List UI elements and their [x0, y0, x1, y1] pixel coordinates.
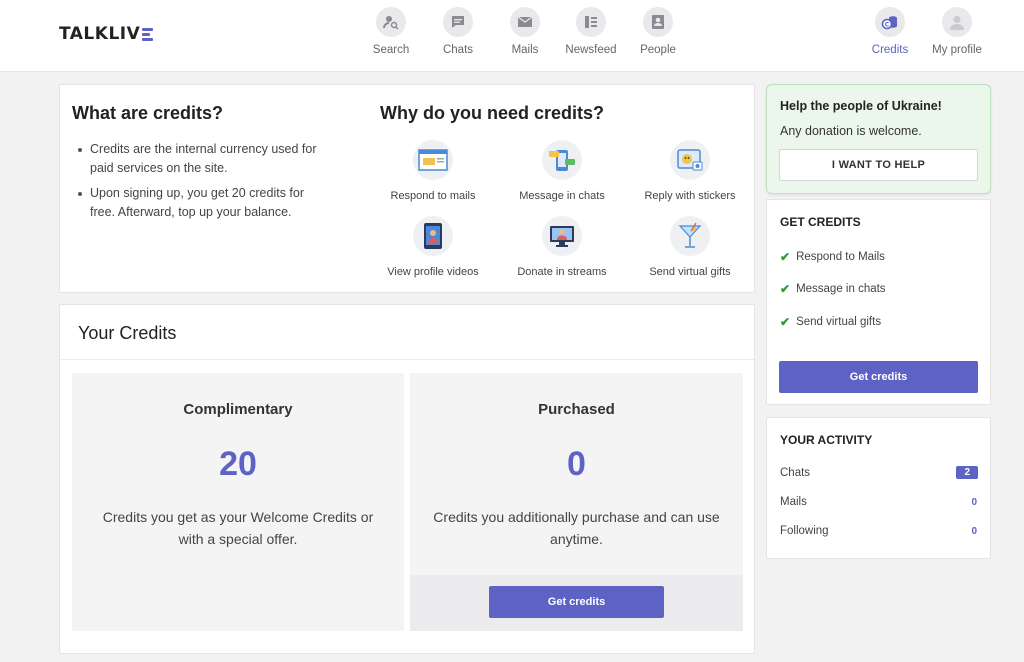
talklive-logo[interactable]: TALKLIV [59, 24, 154, 44]
why-need-credits-heading: Why do you need credits? [380, 103, 605, 123]
video-tablet-icon [413, 216, 453, 256]
feature-label: Reply with stickers [644, 190, 736, 202]
nav-chats[interactable]: Chats [426, 7, 490, 56]
nav-label-people: People [640, 44, 676, 56]
nav-label-chats: Chats [442, 44, 474, 56]
activity-count: 0 [971, 525, 977, 537]
activity-row-mails[interactable]: Mails 0 [780, 496, 978, 508]
ukraine-subtitle: Any donation is welcome. [780, 124, 922, 138]
chat-bubble-icon [443, 7, 473, 37]
newsfeed-icon [576, 7, 606, 37]
feature-respond-to-mails: Respond to mails [368, 140, 498, 202]
nav-label-mails: Mails [511, 44, 539, 56]
logo-e-mark [142, 27, 154, 41]
complimentary-panel: Complimentary 20 Credits you get as your… [72, 373, 404, 631]
list-item: ✔ Message in chats [780, 282, 886, 296]
avatar-icon [942, 7, 972, 37]
purchased-panel: Purchased 0 Credits you additionally pur… [410, 373, 743, 631]
nav-label-search: Search [372, 44, 410, 56]
chat-phone-icon [542, 140, 582, 180]
divider [60, 359, 754, 360]
nav-label-newsfeed: Newsfeed [565, 44, 617, 56]
svg-text:C: C [885, 22, 890, 29]
feature-label: View profile videos [387, 266, 479, 278]
purchased-footer: Get credits [410, 575, 743, 631]
purchased-title: Purchased [538, 401, 615, 418]
activity-row-following[interactable]: Following 0 [780, 525, 978, 537]
complimentary-title: Complimentary [183, 401, 293, 418]
credits-explanation-list: Credits are the internal currency used f… [78, 140, 320, 228]
purchased-description: Credits you additionally purchase and ca… [433, 509, 720, 547]
what-are-credits-heading: What are credits? [72, 103, 224, 123]
checkmark-icon: ✔ [780, 282, 791, 296]
sticker-icon [670, 140, 710, 180]
nav-search[interactable]: Search [359, 7, 423, 56]
nav-label-my-profile: My profile [932, 44, 982, 56]
nav-label-credits: Credits [871, 44, 909, 56]
ukraine-help-card: Help the people of Ukraine! Any donation… [766, 84, 991, 194]
your-activity-heading: YOUR ACTIVITY [780, 433, 873, 447]
sidebar-get-credits-button[interactable]: Get credits [779, 361, 978, 393]
feature-label: Donate in streams [517, 266, 607, 278]
nav-mails[interactable]: Mails [493, 7, 557, 56]
activity-label: Mails [780, 496, 807, 508]
coins-icon: C [875, 7, 905, 37]
nav-newsfeed[interactable]: Newsfeed [559, 7, 623, 56]
complimentary-value: 20 [219, 445, 257, 483]
credits-info-card: What are credits? Credits are the intern… [59, 84, 755, 293]
feature-label: Message in chats [519, 190, 605, 202]
stream-monitor-icon [542, 216, 582, 256]
activity-label: Following [780, 525, 829, 537]
feature-message-in-chats: Message in chats [497, 140, 627, 202]
activity-label: Chats [780, 466, 811, 479]
feature-donate-in-streams: Donate in streams [497, 216, 627, 278]
your-activity-card: YOUR ACTIVITY Chats 2 Mails 0 Following … [766, 417, 991, 559]
your-credits-heading: Your Credits [78, 323, 177, 343]
purchased-value: 0 [567, 445, 586, 483]
get-credits-heading: GET CREDITS [780, 215, 861, 229]
search-user-icon [376, 7, 406, 37]
checkmark-icon: ✔ [780, 315, 791, 329]
get-credits-card: GET CREDITS ✔ Respond to Mails ✔ Message… [766, 199, 991, 405]
mail-window-icon [413, 140, 453, 180]
nav-people[interactable]: People [626, 7, 690, 56]
nav-my-profile[interactable]: My profile [925, 7, 989, 56]
ukraine-title: Help the people of Ukraine! [780, 99, 942, 113]
list-item: ✔ Send virtual gifts [780, 315, 881, 329]
list-item: Upon signing up, you get 20 credits for … [78, 184, 320, 222]
complimentary-description: Credits you get as your Welcome Credits … [102, 509, 374, 547]
list-item: ✔ Respond to Mails [780, 250, 885, 264]
nav-credits[interactable]: C Credits [858, 7, 922, 56]
activity-count-badge: 2 [956, 466, 978, 479]
feature-label: Send virtual gifts [649, 266, 731, 278]
list-item: Credits are the internal currency used f… [78, 140, 320, 178]
purchased-get-credits-button[interactable]: Get credits [489, 586, 664, 618]
get-credits-item-label: Message in chats [796, 283, 886, 295]
activity-row-chats[interactable]: Chats 2 [780, 466, 978, 479]
envelope-icon [510, 7, 540, 37]
i-want-to-help-button[interactable]: I WANT TO HELP [779, 149, 978, 181]
activity-count: 0 [971, 496, 977, 508]
get-credits-item-label: Send virtual gifts [796, 316, 882, 328]
checkmark-icon: ✔ [780, 250, 791, 264]
person-card-icon [643, 7, 673, 37]
logo-text: TALKLIV [59, 24, 141, 44]
feature-send-virtual-gifts: Send virtual gifts [625, 216, 755, 278]
your-credits-card: Your Credits Complimentary 20 Credits yo… [59, 304, 755, 654]
feature-view-profile-videos: View profile videos [368, 216, 498, 278]
get-credits-item-label: Respond to Mails [796, 251, 885, 263]
top-header: TALKLIV Search Chats Mails Newsfeed Peop… [0, 0, 1024, 72]
feature-label: Respond to mails [390, 190, 476, 202]
feature-reply-with-stickers: Reply with stickers [625, 140, 755, 202]
cocktail-icon [670, 216, 710, 256]
